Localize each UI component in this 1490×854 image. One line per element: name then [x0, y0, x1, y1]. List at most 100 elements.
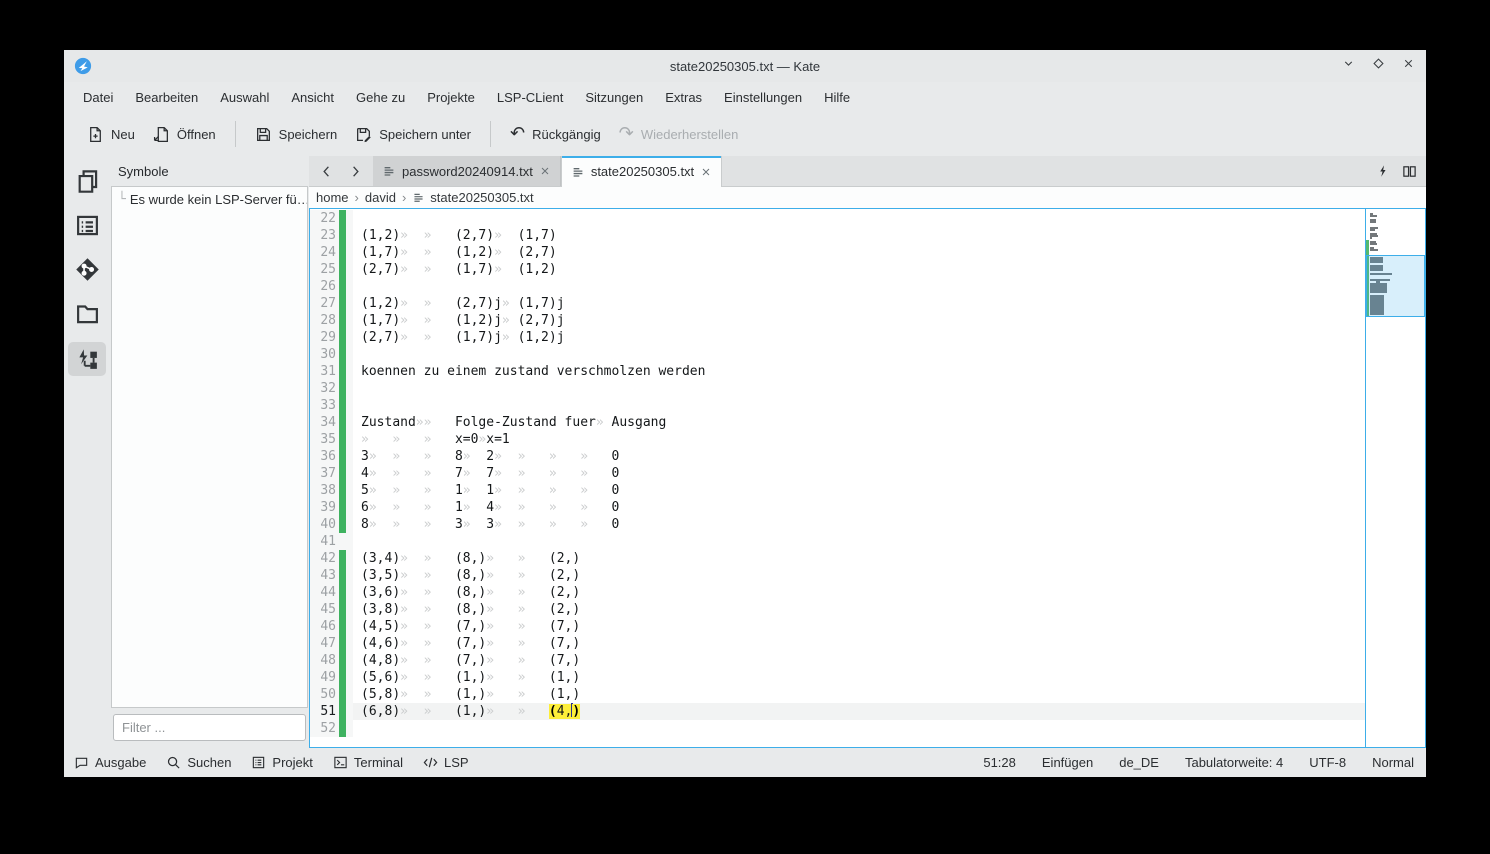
statusbar-input-mode[interactable]: Einfügen — [1042, 755, 1093, 770]
code-line[interactable] — [353, 533, 1365, 550]
text-editor[interactable]: 2223(1,2)» » (2,7)» (1,7)24(1,7)» » (1,2… — [309, 208, 1426, 748]
code-line[interactable] — [353, 346, 1365, 363]
code-line[interactable]: 6» » » 1» 4» » » » 0 — [353, 499, 1365, 516]
tab-password20240914-txt[interactable]: password20240914.txt — [373, 156, 561, 186]
dock-filesystem-button[interactable] — [68, 298, 106, 328]
statusbar-terminal-button[interactable]: Terminal — [333, 755, 403, 770]
tab-next-icon[interactable] — [348, 164, 363, 179]
code-line[interactable]: (1,7)» » (1,2)j» (2,7)j — [353, 312, 1365, 329]
symbols-tree[interactable]: └ Es wurde kein LSP-Server fü… — [111, 186, 308, 708]
code-line[interactable] — [353, 720, 1365, 737]
minimap-scrollbar[interactable] — [1365, 209, 1425, 747]
minimap-viewport[interactable] — [1366, 255, 1425, 317]
menu-gehe-zu[interactable]: Gehe zu — [345, 86, 416, 109]
maximize-button[interactable] — [1370, 55, 1386, 71]
gutter: 30 — [310, 346, 353, 363]
split-view-icon[interactable] — [1402, 164, 1417, 179]
code-line[interactable]: (1,2)» » (2,7)j» (1,7)j — [353, 295, 1365, 312]
statusbar-lsp-button[interactable]: LSP — [423, 755, 469, 770]
tab-whitespace-marker: » — [494, 500, 517, 515]
editor-row: 48(4,8)» » (7,)» » (7,) — [310, 652, 1365, 669]
code-line[interactable]: (4,5)» » (7,)» » (7,) — [353, 618, 1365, 635]
gutter: 35 — [310, 431, 353, 448]
code-line[interactable]: 3» » » 8» 2» » » » 0 — [353, 448, 1365, 465]
menu-bar: DateiBearbeitenAuswahlAnsichtGehe zuProj… — [64, 82, 1426, 112]
code-line[interactable]: (4,8)» » (7,)» » (7,) — [353, 652, 1365, 669]
code-line[interactable]: (4,6)» » (7,)» » (7,) — [353, 635, 1365, 652]
neu-button[interactable]: Neu — [78, 120, 144, 149]
code-line[interactable]: » » » x=0»x=1 — [353, 431, 1365, 448]
minimap-line-mark — [1370, 221, 1376, 223]
ffnen-button[interactable]: Öffnen — [144, 120, 225, 149]
code-line[interactable]: (3,6)» » (8,)» » (2,) — [353, 584, 1365, 601]
code-line[interactable]: (3,5)» » (8,)» » (2,) — [353, 567, 1365, 584]
breadcrumb-home[interactable]: home — [316, 190, 349, 205]
tab-prev-icon[interactable] — [319, 164, 334, 179]
menu-bearbeiten[interactable]: Bearbeiten — [124, 86, 209, 109]
statusbar-document-mode[interactable]: Normal — [1372, 755, 1414, 770]
search-icon — [166, 755, 181, 770]
code-line[interactable] — [353, 397, 1365, 414]
code-line[interactable]: (1,2)» » (2,7)» (1,7) — [353, 227, 1365, 244]
code-line[interactable] — [353, 210, 1365, 227]
code-line[interactable]: (6,8)» » (1,)» » (4,) — [353, 703, 1365, 720]
menu-ansicht[interactable]: Ansicht — [280, 86, 345, 109]
menu-einstellungen[interactable]: Einstellungen — [713, 86, 813, 109]
statusbar-dictionary[interactable]: de_DE — [1119, 755, 1159, 770]
gutter: 50 — [310, 686, 353, 703]
code-line[interactable]: (3,8)» » (8,)» » (2,) — [353, 601, 1365, 618]
breadcrumb-state20250305-txt[interactable]: state20250305.txt — [412, 190, 533, 205]
code-line[interactable]: koennen zu einem zustand verschmolzen we… — [353, 363, 1365, 380]
menu-sitzungen[interactable]: Sitzungen — [574, 86, 654, 109]
code-line[interactable]: 5» » » 1» 1» » » » 0 — [353, 482, 1365, 499]
titlebar[interactable]: state20250305.txt — Kate — [64, 50, 1426, 82]
tab-state20250305-txt[interactable]: state20250305.txt — [561, 156, 722, 187]
speichern-unter-button[interactable]: Speichern unter — [346, 120, 480, 149]
menu-extras[interactable]: Extras — [654, 86, 713, 109]
r-ckg-ngig-button[interactable]: ↶Rückgängig — [501, 120, 610, 148]
menu-auswahl[interactable]: Auswahl — [209, 86, 280, 109]
statusbar-ausgabe-button[interactable]: Ausgabe — [74, 755, 146, 770]
quick-open-lightning-icon[interactable] — [1376, 164, 1390, 178]
tab-whitespace-marker: » — [369, 517, 392, 532]
speichern-button[interactable]: Speichern — [246, 120, 347, 149]
code-line[interactable]: (2,7)» » (1,7)j» (1,2)j — [353, 329, 1365, 346]
breadcrumb-david[interactable]: david — [365, 190, 396, 205]
git-icon — [75, 257, 100, 282]
code-line[interactable]: (5,8)» » (1,)» » (1,) — [353, 686, 1365, 703]
code-line[interactable] — [353, 380, 1365, 397]
code-line[interactable]: 4» » » 7» 7» » » » 0 — [353, 465, 1365, 482]
statusbar-tab-width[interactable]: Tabulatorweite: 4 — [1185, 755, 1283, 770]
dock-lsp-symbols-button[interactable] — [68, 342, 106, 376]
statusbar-suchen-button[interactable]: Suchen — [166, 755, 231, 770]
tab-close-button[interactable] — [539, 165, 551, 177]
wiederherstellen-button[interactable]: ↷Wiederherstellen — [610, 120, 748, 148]
tree-item[interactable]: └ Es wurde kein LSP-Server fü… — [112, 187, 307, 207]
statusbar-cursor-position[interactable]: 51:28 — [983, 755, 1016, 770]
code-line[interactable]: Zustand»» Folge-Zustand fuer» Ausgang — [353, 414, 1365, 431]
tab-whitespace-marker: » — [416, 415, 424, 430]
menu-lsp-client[interactable]: LSP-CLient — [486, 86, 574, 109]
symbols-filter-input[interactable] — [113, 714, 306, 741]
dock-documents-button[interactable] — [68, 166, 106, 196]
menu-datei[interactable]: Datei — [72, 86, 124, 109]
statusbar-encoding[interactable]: UTF-8 — [1309, 755, 1346, 770]
code-line[interactable]: 8» » » 3» 3» » » » 0 — [353, 516, 1365, 533]
tab-close-button[interactable] — [700, 166, 712, 178]
menu-projekte[interactable]: Projekte — [416, 86, 486, 109]
close-button[interactable] — [1400, 55, 1416, 71]
code-line[interactable]: (1,7)» » (1,2)» (2,7) — [353, 244, 1365, 261]
statusbar-projekt-button[interactable]: Projekt — [251, 755, 312, 770]
menu-hilfe[interactable]: Hilfe — [813, 86, 861, 109]
code-line[interactable] — [353, 278, 1365, 295]
tree-item-label: Es wurde kein LSP-Server fü… — [130, 192, 307, 207]
code-line[interactable]: (5,6)» » (1,)» » (1,) — [353, 669, 1365, 686]
line-number: 31 — [310, 363, 336, 380]
code-line[interactable]: (2,7)» » (1,7)» (1,2) — [353, 261, 1365, 278]
tab-whitespace-marker: » — [518, 466, 549, 481]
code-line[interactable]: (3,4)» » (8,)» » (2,) — [353, 550, 1365, 567]
dock-symbols-list-button[interactable] — [68, 210, 106, 240]
dock-git-button[interactable] — [68, 254, 106, 284]
minimize-button[interactable] — [1340, 55, 1356, 71]
editor-row: 26 — [310, 278, 1365, 295]
